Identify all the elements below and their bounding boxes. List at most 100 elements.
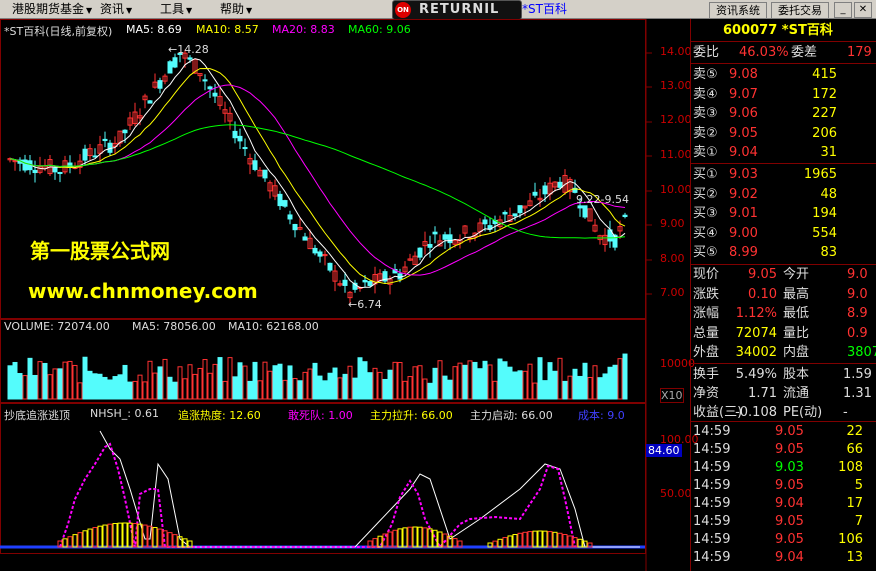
volume-bar <box>537 357 543 400</box>
volume-bar <box>417 365 423 400</box>
indicator-bar <box>112 523 118 548</box>
indicator-bar <box>117 522 123 548</box>
indicator-white-line <box>99 430 640 548</box>
volume-bar <box>497 358 503 400</box>
watermark-title: 第一股票公式网 <box>30 239 170 263</box>
zzrd-label: 追涨热度: 12.60 <box>178 409 261 422</box>
indicator-bar <box>412 526 418 548</box>
candle-body <box>482 219 488 225</box>
menu-bar: 港股期货基金 ▼ 资讯 ▼ 工具 ▼ 帮助 ▼ ON RETURNIL *ST百科 资讯… <box>0 0 876 20</box>
candle-body <box>187 57 193 60</box>
buy-level-row: 买③ 9.01 194 <box>693 206 837 222</box>
volume-bar <box>437 360 443 400</box>
volume-bar <box>432 367 438 400</box>
volume-bar <box>107 379 113 400</box>
quote-stat-row: 外盘 34002 内盘 3807 <box>693 345 876 361</box>
candle-body <box>292 223 298 231</box>
kline-title: *ST百科(日线,前复权) <box>4 25 113 38</box>
volume-bar <box>142 381 148 400</box>
volume-bar <box>462 364 468 400</box>
volume-bar <box>192 373 198 400</box>
volume-bar <box>312 362 318 400</box>
candle-body <box>82 148 88 161</box>
candle-body <box>622 214 628 218</box>
indicator-bar <box>87 528 93 548</box>
candle-body <box>277 193 283 207</box>
sell-level-row: 卖⑤ 9.08 415 <box>693 67 837 82</box>
candle-body <box>262 169 268 179</box>
cost-label: 成本: 9.0 <box>578 409 625 422</box>
volume-bar <box>322 380 328 400</box>
tick-row: 14:59 9.05 5 <box>693 478 863 493</box>
volume-bar <box>372 367 378 400</box>
candle-body <box>502 211 508 215</box>
volume-bar <box>602 373 608 400</box>
returnil-button[interactable]: ON RETURNIL <box>392 0 522 20</box>
menu-news[interactable]: 资讯 ▼ <box>100 1 132 17</box>
volume-bar <box>587 377 593 400</box>
volume-bar <box>267 370 273 400</box>
volume-bar <box>42 362 48 400</box>
volume-bar <box>82 356 88 400</box>
indicator-bar <box>67 536 73 548</box>
volume-bar <box>7 365 13 400</box>
candle-body <box>557 181 563 188</box>
low-label: ←6.74 <box>348 298 382 311</box>
tick-row: 14:59 9.03 108 <box>693 460 863 475</box>
volume-bar <box>482 360 488 400</box>
indicator-bar <box>512 534 518 548</box>
volume-bar <box>592 365 598 400</box>
returnil-logo-icon: ON <box>395 2 411 18</box>
candle-body <box>172 57 178 68</box>
close-icon[interactable]: ✕ <box>854 2 872 18</box>
high-label: ←14.28 <box>168 43 209 56</box>
candle-body <box>212 92 218 97</box>
volume-ma5-label: MA5: 78056.00 <box>132 320 216 333</box>
volume-bar <box>252 361 258 400</box>
candle-body <box>167 61 173 74</box>
indicator-bar <box>152 527 158 548</box>
minimize-icon[interactable]: _ <box>834 2 852 18</box>
volume-bar <box>522 370 528 400</box>
tick-row: 14:59 9.05 22 <box>693 424 863 439</box>
indicator-bar <box>552 531 558 548</box>
volume-label: VOLUME: 72074.00 <box>4 320 110 333</box>
sell-level-row: 卖④ 9.07 172 <box>693 86 837 102</box>
quote-stat-row: 现价 9.05 今开 9.0 <box>693 267 868 282</box>
volume-bar <box>302 371 308 400</box>
candle-body <box>512 213 518 217</box>
volume-bar <box>377 371 383 400</box>
quote-panel: 600077 *ST百科 委比 46.03% 委差 179 卖⑤ 9.08 415 卖… <box>690 19 876 571</box>
zlqd-label: 主力启动: 66.00 <box>470 409 553 422</box>
indicator-bar <box>72 534 78 548</box>
volume-bar <box>557 357 563 400</box>
volume-bar <box>472 361 478 400</box>
menu-tools[interactable]: 工具 ▼ <box>160 1 192 17</box>
menu-help[interactable]: 帮助 ▼ <box>220 1 252 17</box>
quote-stat-row: 涨幅 1.12% 最低 8.9 <box>693 306 868 322</box>
volume-bar <box>337 377 343 400</box>
indicator-bar <box>537 530 543 548</box>
volume-bar <box>342 373 348 400</box>
news-system-button[interactable]: 资讯系统 <box>709 2 767 19</box>
candle-body <box>282 200 288 207</box>
volume-bar <box>47 374 53 400</box>
indicator-bar <box>527 531 533 548</box>
ma60-line <box>9 124 626 239</box>
candle-body <box>432 231 438 235</box>
price-tick: 11.00 <box>660 148 692 161</box>
volume-bar <box>297 380 303 400</box>
price-tick: 10.00 <box>660 183 692 196</box>
watermark-url: www.chnmoney.com <box>28 279 258 303</box>
volume-bar <box>287 365 293 400</box>
price-tick: 12.00 <box>660 113 692 126</box>
candle-body <box>287 214 293 220</box>
indicator-bar <box>92 527 98 548</box>
menu-hk-futures-funds[interactable]: 港股期货基金 ▼ <box>12 1 92 17</box>
volume-bar <box>527 363 533 400</box>
buy-level-row: 买① 9.03 1965 <box>693 167 837 182</box>
indicator-bar <box>522 531 528 548</box>
trade-button[interactable]: 委托交易 <box>771 2 829 19</box>
price-tick: 13.00 <box>660 79 692 92</box>
volume-bar <box>447 379 453 400</box>
